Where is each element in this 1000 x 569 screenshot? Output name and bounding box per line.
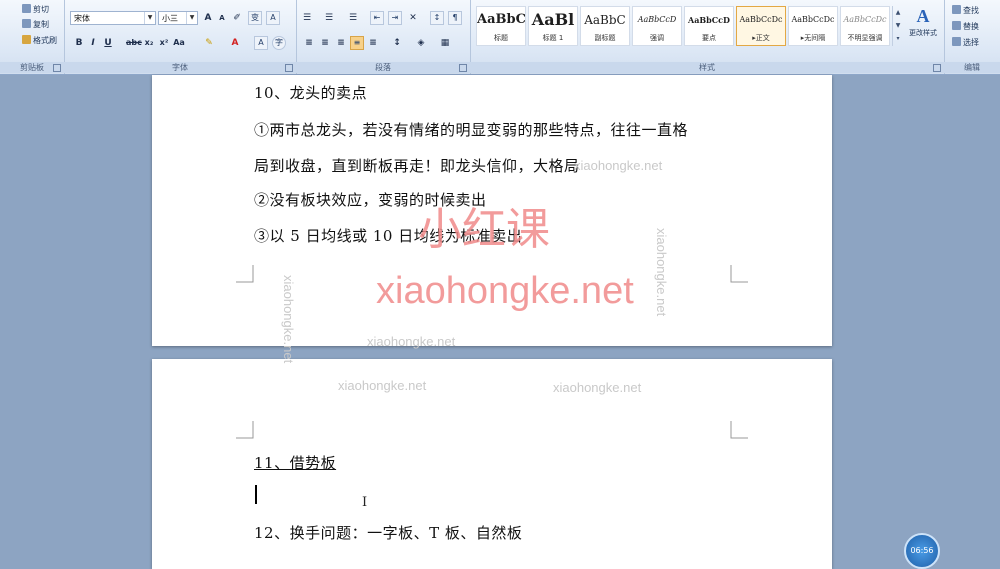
clipboard-dialog-launcher[interactable] [53,64,61,72]
chevron-up-icon[interactable]: ▲ [893,6,903,19]
editing-group-label: 编辑 [944,62,1000,73]
clear-format-icon[interactable]: ✐ [230,11,244,25]
subscript-icon[interactable]: x₂ [142,36,156,50]
char-shading-icon[interactable]: A [254,36,268,50]
bold-icon[interactable]: B [72,36,86,50]
recording-timer-badge: 06:56 [904,533,940,569]
text-cursor [255,485,257,504]
styles-dialog-launcher[interactable] [933,64,941,72]
decrease-indent-icon[interactable]: ⇤ [370,11,384,25]
style-normal[interactable]: AaBbCcDc ▸正文 [736,6,786,46]
more-icon[interactable]: ▾ [893,32,903,45]
style-heading1[interactable]: AaBl 标题 1 [528,6,578,46]
style-no-spacing[interactable]: AaBbCcDc ▸无间隔 [788,6,838,46]
watermark-small: xiaohongke.net [367,334,456,349]
page1-line-3[interactable]: 局到收盘，直到断板再走！即龙头信仰，大格局 [254,155,580,176]
watermark-small: xiaohongke.net [553,380,642,395]
char-border-icon[interactable]: A [266,11,280,25]
style-strong[interactable]: AaBbCcD 要点 [684,6,734,46]
line-spacing-icon[interactable]: ↕ [390,36,404,50]
find-button[interactable]: 查找 [952,5,979,17]
style-subtitle[interactable]: AaBbC 副标题 [580,6,630,46]
paragraph-group: ☰ ☰ ☰ ⇤ ⇥ ✕ ↕ ¶ ≡ ≡ ≡ ≡ ≡ ↕ ◈ ▦ 段落 [296,0,471,74]
styles-gallery-scroll[interactable]: ▲ ▼ ▾ [892,6,903,46]
paragraph-group-label: 段落 [296,62,470,73]
align-right-icon[interactable]: ≡ [334,36,348,50]
paragraph-dialog-launcher[interactable] [459,64,467,72]
select-icon [952,37,961,46]
font-size-combo[interactable]: 小三 ▼ [158,11,198,25]
format-painter-button[interactable]: 格式刷 [22,35,57,47]
grow-font-icon[interactable]: A [201,11,215,25]
replace-icon [952,21,961,30]
increase-indent-icon[interactable]: ⇥ [388,11,402,25]
copy-button[interactable]: 复制 [22,19,49,31]
ibeam-cursor-icon: I [362,495,368,510]
page2-line-1[interactable]: 11、借势板 [254,452,336,473]
margin-corner-mark [730,421,748,439]
superscript-icon[interactable]: x² [157,36,171,50]
chevron-down-icon[interactable]: ▼ [186,12,197,24]
numbering-icon[interactable]: ☰ [322,11,336,25]
chinese-layout-icon[interactable]: ✕ [406,11,420,25]
editing-group: 查找 替换 选择 编辑 [944,0,1000,74]
style-emphasis[interactable]: AaBbCcD 强调 [632,6,682,46]
styles-group: AaBbC 标题 AaBl 标题 1 AaBbC 副标题 AaBbCcD 强调 AaBb… [470,0,945,74]
font-dialog-launcher[interactable] [285,64,293,72]
watermark-small-vertical: xiaohongke.net [654,228,669,317]
replace-button[interactable]: 替换 [952,21,979,33]
watermark-big-cn: 小红课 [418,205,550,254]
ribbon: 剪切 复制 格式刷 剪贴板 宋体 ▼ 小三 ▼ A A ✐ 变 A B I U ab… [0,0,1000,75]
copy-icon [22,19,31,28]
font-color-icon[interactable]: A [228,36,242,50]
change-styles-button[interactable]: A 更改样式 [904,4,942,50]
font-name-combo[interactable]: 宋体 ▼ [70,11,156,25]
align-center-icon[interactable]: ≡ [318,36,332,50]
watermark-small-vertical: xiaohongke.net [281,275,296,364]
multilevel-list-icon[interactable]: ☰ [346,11,360,25]
borders-icon[interactable]: ▦ [438,36,452,50]
justify-icon[interactable]: ≡ [350,36,364,50]
change-case-icon[interactable]: Aa [172,36,186,50]
strikethrough-icon[interactable]: abc [126,36,142,50]
italic-icon[interactable]: I [86,36,100,50]
font-group: 宋体 ▼ 小三 ▼ A A ✐ 变 A B I U abc x₂ x² Aa ✎ A… [64,0,297,74]
clipboard-group: 剪切 复制 格式刷 剪贴板 [0,0,65,74]
align-left-icon[interactable]: ≡ [302,36,316,50]
chevron-down-icon[interactable]: ▼ [144,12,155,24]
phonetic-icon[interactable]: 变 [248,11,262,25]
cut-button[interactable]: 剪切 [22,4,49,16]
page1-line-2[interactable]: ①两市总龙头，若没有情绪的明显变弱的那些特点，往往一直格 [254,119,688,140]
document-page-2[interactable]: 11、借势板 I 12、换手问题：一字板、T 板、自然板 [152,359,832,569]
highlight-icon[interactable]: ✎ [202,36,216,50]
sort-icon[interactable]: ↕ [430,11,444,25]
style-subtle-emphasis[interactable]: AaBbCcDc 不明显强调 [840,6,890,46]
style-title[interactable]: AaBbC 标题 [476,6,526,46]
shading-icon[interactable]: ◈ [414,36,428,50]
scissors-icon [22,4,31,13]
styles-group-label: 样式 [470,62,944,73]
margin-corner-mark [236,265,254,283]
watermark-small: xiaohongke.net [574,158,663,173]
font-group-label: 字体 [64,62,296,73]
search-icon [952,5,961,14]
bullets-icon[interactable]: ☰ [300,11,314,25]
enclose-char-icon[interactable]: 字 [272,36,286,50]
select-button[interactable]: 选择 [952,37,979,49]
margin-corner-mark [236,421,254,439]
page1-line-1[interactable]: 10、龙头的卖点 [254,82,367,103]
watermark-small: xiaohongke.net [338,378,427,393]
show-marks-icon[interactable]: ¶ [448,11,462,25]
shrink-font-icon[interactable]: A [215,11,229,25]
distributed-icon[interactable]: ≡ [366,36,380,50]
underline-icon[interactable]: U [101,36,115,50]
brush-icon [22,35,31,44]
watermark-big-url: xiaohongke.net [376,270,634,312]
page2-line-2[interactable]: 12、换手问题：一字板、T 板、自然板 [254,522,522,543]
margin-corner-mark [730,265,748,283]
chevron-down-icon[interactable]: ▼ [893,19,903,32]
change-styles-icon: A [916,6,930,26]
